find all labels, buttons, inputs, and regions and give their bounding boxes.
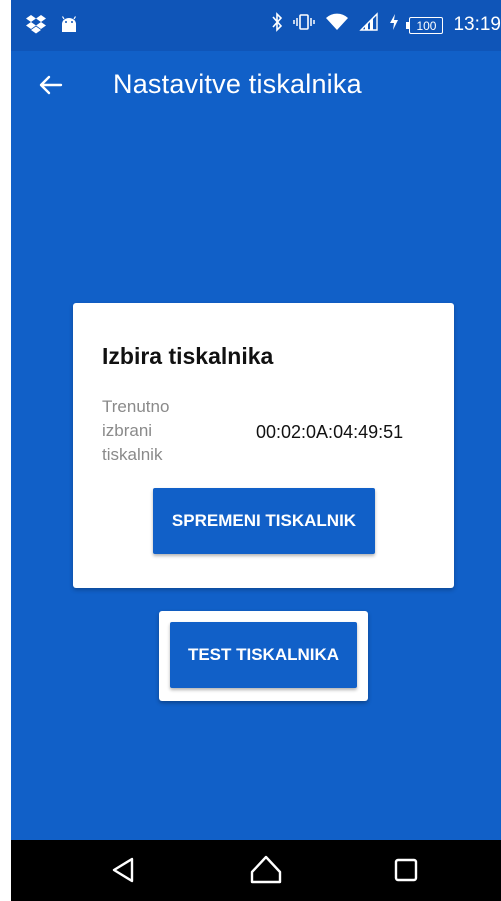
- current-printer-label: Trenutno izbrani tiskalnik: [102, 397, 170, 464]
- vibrate-icon: [293, 12, 316, 38]
- signal-icon: [359, 12, 379, 38]
- status-right-icons: 100 13:19: [271, 12, 501, 38]
- home-icon: [246, 855, 286, 894]
- charging-icon: [389, 13, 399, 37]
- nav-back-button[interactable]: [104, 850, 144, 890]
- screen: 100 13:19 Nastavitve tiskalnika Izbira t…: [11, 0, 501, 901]
- wifi-icon: [325, 12, 349, 38]
- android-icon: [61, 15, 77, 38]
- test-button-container: TEST TISKALNIKA: [159, 611, 368, 701]
- current-printer-value: 00:02:0A:04:49:51: [256, 422, 404, 442]
- back-button[interactable]: [31, 65, 71, 105]
- page-title: Nastavitve tiskalnika: [113, 69, 362, 99]
- status-left-icons: [25, 14, 77, 39]
- bluetooth-icon: [271, 12, 283, 38]
- battery-icon: 100: [406, 16, 444, 34]
- app-bar: Nastavitve tiskalnika: [11, 51, 501, 123]
- status-bar: 100 13:19: [11, 0, 501, 51]
- nav-home-button[interactable]: [246, 850, 286, 890]
- change-printer-button[interactable]: SPREMENI TISKALNIK: [153, 488, 375, 554]
- arrow-left-icon: [31, 75, 71, 109]
- clock: 13:19: [453, 14, 501, 35]
- recents-icon: [386, 858, 426, 894]
- test-printer-button[interactable]: TEST TISKALNIKA: [170, 622, 357, 688]
- card-title: Izbira tiskalnika: [102, 343, 274, 369]
- printer-selection-card: Izbira tiskalnika Trenutno izbrani tiska…: [73, 303, 454, 588]
- navigation-bar: [11, 840, 501, 901]
- dropbox-icon: [25, 14, 47, 39]
- nav-recents-button[interactable]: [386, 850, 426, 890]
- back-triangle-icon: [104, 857, 144, 894]
